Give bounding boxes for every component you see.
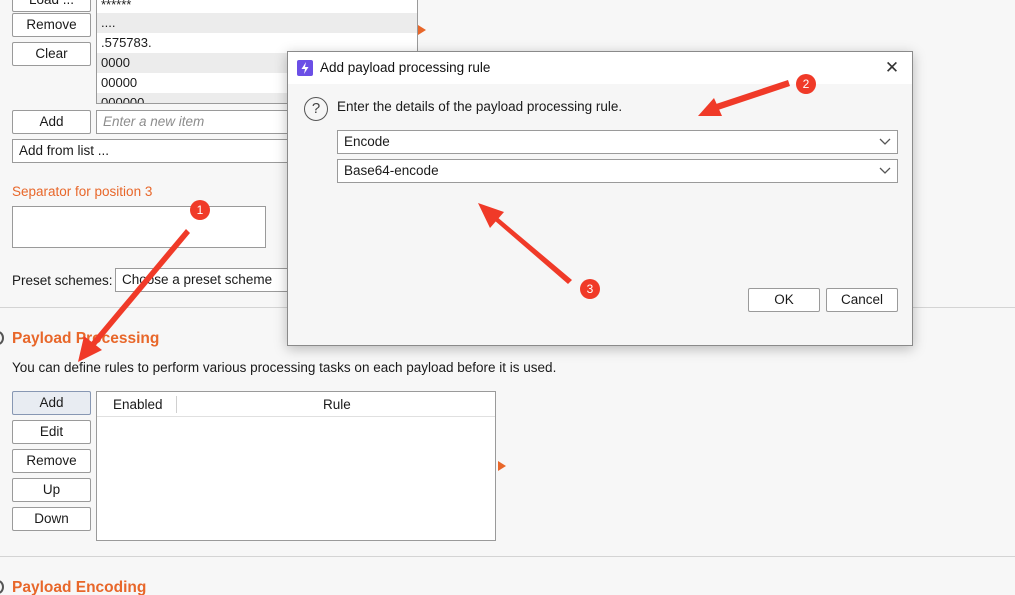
- section-divider: [0, 556, 1015, 557]
- preset-scheme-value: Choose a preset scheme: [122, 272, 273, 287]
- dialog-prompt: Enter the details of the payload process…: [337, 99, 623, 114]
- list-item[interactable]: ******: [97, 0, 417, 13]
- separator-input[interactable]: [12, 206, 266, 248]
- section-circle-icon: [0, 331, 4, 345]
- rule-type-select[interactable]: Encode: [337, 130, 898, 154]
- add-rule-button[interactable]: Add: [12, 391, 91, 415]
- list-item[interactable]: ....: [97, 13, 417, 33]
- annotation-badge-2: 2: [796, 74, 816, 94]
- preset-schemes-label: Preset schemes:: [12, 273, 113, 288]
- column-header-enabled[interactable]: Enabled: [113, 397, 163, 412]
- edit-rule-button[interactable]: Edit: [12, 420, 91, 444]
- new-item-input[interactable]: Enter a new item: [96, 110, 296, 134]
- payload-processing-title: Payload Processing: [12, 330, 160, 347]
- remove-button[interactable]: Remove: [12, 13, 91, 37]
- payload-encoding-title: Payload Encoding: [12, 579, 147, 595]
- add-rule-dialog: Add payload processing rule ✕ ? Enter th…: [287, 51, 913, 346]
- chevron-down-icon: [879, 160, 891, 189]
- cancel-button[interactable]: Cancel: [826, 288, 898, 312]
- annotation-badge-3: 3: [580, 279, 600, 299]
- dialog-titlebar[interactable]: Add payload processing rule ✕: [288, 52, 912, 84]
- table-header: Enabled Rule: [97, 392, 495, 417]
- chevron-down-icon: [879, 131, 891, 160]
- add-from-list-label: Add from list ...: [19, 143, 110, 158]
- rule-option-select[interactable]: Base64-encode: [337, 159, 898, 183]
- rule-type-value: Encode: [344, 134, 390, 149]
- rule-option-value: Base64-encode: [344, 163, 439, 178]
- annotation-badge-1: 1: [190, 200, 210, 220]
- expand-arrow-icon[interactable]: [498, 461, 506, 471]
- new-item-placeholder: Enter a new item: [103, 114, 205, 129]
- dialog-title: Add payload processing rule: [320, 60, 491, 75]
- clear-button[interactable]: Clear: [12, 42, 91, 66]
- down-rule-button[interactable]: Down: [12, 507, 91, 531]
- up-rule-button[interactable]: Up: [12, 478, 91, 502]
- payload-processing-description: You can define rules to perform various …: [12, 360, 557, 375]
- close-icon[interactable]: ✕: [884, 59, 900, 77]
- burp-app-icon: [297, 60, 313, 76]
- preset-scheme-dropdown[interactable]: Choose a preset scheme: [115, 268, 296, 292]
- section-circle-icon: [0, 580, 4, 594]
- add-from-list-dropdown[interactable]: Add from list ...: [12, 139, 296, 163]
- remove-rule-button[interactable]: Remove: [12, 449, 91, 473]
- rules-table[interactable]: Enabled Rule: [96, 391, 496, 541]
- expand-arrow-icon[interactable]: [418, 25, 426, 35]
- column-divider: [176, 396, 177, 413]
- load-button[interactable]: Load ...: [12, 0, 91, 12]
- ok-button[interactable]: OK: [748, 288, 820, 312]
- add-item-button[interactable]: Add: [12, 110, 91, 134]
- column-header-rule[interactable]: Rule: [323, 397, 351, 412]
- separator-label: Separator for position 3: [12, 184, 153, 199]
- list-item[interactable]: .575783.: [97, 33, 417, 53]
- help-icon: ?: [304, 97, 328, 121]
